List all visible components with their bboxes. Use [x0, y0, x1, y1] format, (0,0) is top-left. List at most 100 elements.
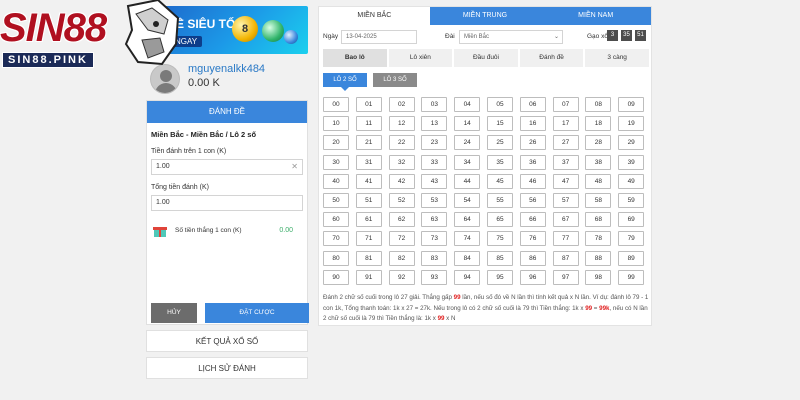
number-cell[interactable]: 34 [454, 154, 481, 170]
number-cell[interactable]: 22 [388, 135, 415, 151]
number-cell[interactable]: 79 [618, 231, 645, 247]
number-cell[interactable]: 19 [618, 116, 645, 132]
number-cell[interactable]: 14 [454, 116, 481, 132]
number-cell[interactable]: 94 [454, 269, 481, 285]
number-cell[interactable]: 61 [355, 212, 382, 228]
total-input[interactable]: 1.00 [151, 195, 303, 211]
number-cell[interactable]: 96 [519, 269, 546, 285]
number-cell[interactable]: 76 [519, 231, 546, 247]
number-cell[interactable]: 65 [487, 212, 513, 228]
number-cell[interactable]: 24 [454, 135, 481, 151]
number-cell[interactable]: 12 [388, 116, 415, 132]
number-cell[interactable]: 27 [552, 135, 579, 151]
number-cell[interactable]: 09 [618, 97, 645, 112]
number-cell[interactable]: 16 [519, 116, 546, 132]
number-cell[interactable]: 88 [585, 250, 612, 266]
number-cell[interactable]: 38 [585, 154, 612, 170]
number-cell[interactable]: 46 [519, 173, 546, 189]
tab-lo-xien[interactable]: Lô xiên [388, 49, 453, 67]
number-cell[interactable]: 75 [487, 231, 513, 247]
number-cell[interactable]: 43 [421, 173, 448, 189]
number-cell[interactable]: 35 [487, 154, 513, 170]
tab-mien-nam[interactable]: MIỀN NAM [540, 7, 652, 25]
tab-mien-bac[interactable]: MIỀN BẮC [319, 7, 430, 25]
number-cell[interactable]: 87 [552, 250, 579, 266]
number-cell[interactable]: 51 [355, 193, 382, 208]
number-cell[interactable]: 47 [552, 173, 579, 189]
number-cell[interactable]: 93 [421, 269, 448, 285]
number-cell[interactable]: 63 [421, 212, 448, 228]
number-cell[interactable]: 85 [487, 250, 513, 266]
number-cell[interactable]: 08 [585, 97, 612, 112]
number-cell[interactable]: 95 [487, 269, 513, 285]
number-cell[interactable]: 28 [585, 135, 612, 151]
number-cell[interactable]: 06 [519, 97, 546, 112]
number-cell[interactable]: 18 [585, 116, 612, 132]
number-cell[interactable]: 80 [323, 250, 349, 266]
number-cell[interactable]: 89 [618, 250, 645, 266]
bet-history-link[interactable]: LỊCH SỬ ĐÁNH [146, 357, 308, 379]
number-cell[interactable]: 50 [323, 193, 349, 208]
number-cell[interactable]: 36 [519, 154, 546, 170]
number-cell[interactable]: 40 [323, 173, 349, 189]
number-cell[interactable]: 91 [355, 269, 382, 285]
number-cell[interactable]: 26 [519, 135, 546, 151]
lottery-results-link[interactable]: KẾT QUẢ XỔ SỐ [146, 330, 308, 352]
number-cell[interactable]: 10 [323, 116, 349, 132]
number-cell[interactable]: 04 [454, 97, 481, 112]
number-cell[interactable]: 74 [454, 231, 481, 247]
number-cell[interactable]: 07 [552, 97, 579, 112]
number-cell[interactable]: 44 [454, 173, 481, 189]
number-cell[interactable]: 84 [454, 250, 481, 266]
tab-dau-duoi[interactable]: Đầu đuôi [454, 49, 518, 67]
number-cell[interactable]: 20 [323, 135, 349, 151]
cancel-button[interactable]: HỦY [151, 303, 197, 323]
amount-input[interactable]: 1.00 ✕ [151, 159, 303, 175]
number-cell[interactable]: 73 [421, 231, 448, 247]
number-cell[interactable]: 72 [388, 231, 415, 247]
number-cell[interactable]: 70 [323, 231, 349, 247]
number-cell[interactable]: 66 [519, 212, 546, 228]
number-cell[interactable]: 58 [585, 193, 612, 208]
number-cell[interactable]: 49 [618, 173, 645, 189]
tab-3-cang[interactable]: 3 càng [585, 49, 649, 67]
number-cell[interactable]: 81 [355, 250, 382, 266]
clear-icon[interactable]: ✕ [291, 160, 298, 174]
number-cell[interactable]: 21 [355, 135, 382, 151]
number-cell[interactable]: 99 [618, 269, 645, 285]
number-cell[interactable]: 33 [421, 154, 448, 170]
number-cell[interactable]: 52 [388, 193, 415, 208]
number-cell[interactable]: 05 [487, 97, 513, 112]
number-cell[interactable]: 41 [355, 173, 382, 189]
number-cell[interactable]: 69 [618, 212, 645, 228]
number-cell[interactable]: 15 [487, 116, 513, 132]
date-input[interactable]: 13-04-2025 [341, 30, 417, 44]
number-cell[interactable]: 25 [487, 135, 513, 151]
number-cell[interactable]: 42 [388, 173, 415, 189]
place-bet-button[interactable]: ĐẶT CƯỢC [205, 303, 309, 323]
number-cell[interactable]: 32 [388, 154, 415, 170]
tab-danh-de[interactable]: Đánh đề [519, 49, 584, 67]
number-cell[interactable]: 01 [355, 97, 382, 112]
number-cell[interactable]: 03 [421, 97, 448, 112]
number-cell[interactable]: 48 [585, 173, 612, 189]
number-cell[interactable]: 78 [585, 231, 612, 247]
station-select[interactable]: Miền Bắc ⌄ [459, 30, 563, 44]
number-cell[interactable]: 02 [388, 97, 415, 112]
number-cell[interactable]: 53 [421, 193, 448, 208]
number-cell[interactable]: 39 [618, 154, 645, 170]
number-cell[interactable]: 45 [487, 173, 513, 189]
tab-lo-2-so[interactable]: LÔ 2 SỐ [323, 73, 367, 87]
number-cell[interactable]: 86 [519, 250, 546, 266]
number-cell[interactable]: 82 [388, 250, 415, 266]
number-cell[interactable]: 00 [323, 97, 349, 112]
number-cell[interactable]: 30 [323, 154, 349, 170]
number-cell[interactable]: 77 [552, 231, 579, 247]
number-cell[interactable]: 17 [552, 116, 579, 132]
number-cell[interactable]: 71 [355, 231, 382, 247]
number-cell[interactable]: 55 [487, 193, 513, 208]
brand-logo[interactable]: SIN88 SIN88.PINK [0, 0, 180, 74]
number-cell[interactable]: 11 [355, 116, 382, 132]
tab-lo-3-so[interactable]: LÔ 3 SỐ [373, 73, 417, 87]
tab-bao-lo[interactable]: Bao lô [323, 49, 387, 67]
